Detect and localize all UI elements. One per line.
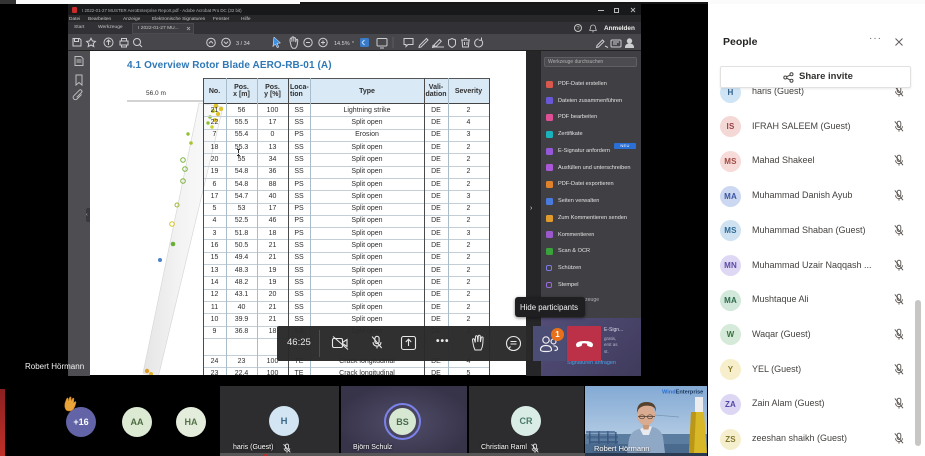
- svg-text:WindEnterprise: WindEnterprise: [662, 390, 703, 396]
